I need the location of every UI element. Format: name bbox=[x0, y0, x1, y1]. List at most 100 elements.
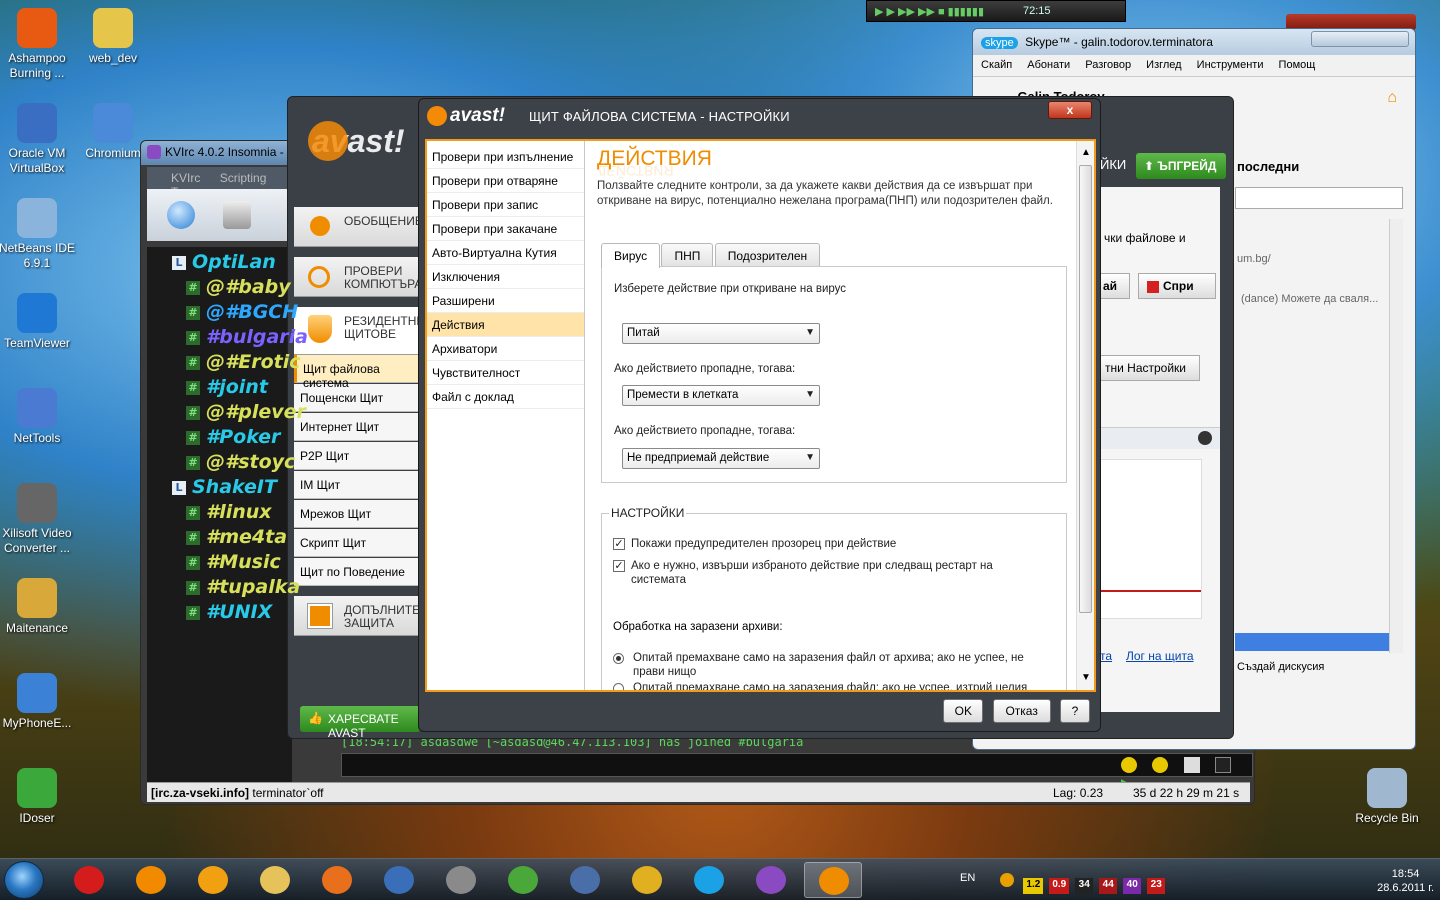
channel-item[interactable]: # @#BGCH bbox=[186, 301, 298, 323]
settings-menu-item[interactable]: Действия bbox=[427, 313, 584, 337]
server-item[interactable]: L ShakeIT bbox=[172, 476, 277, 498]
skype-list-scrollbar[interactable] bbox=[1389, 219, 1403, 653]
desktop-icon[interactable]: Xilisoft Video Converter ... bbox=[0, 483, 82, 556]
settings-menu-item[interactable]: Изключения bbox=[427, 265, 584, 289]
nav-scan[interactable]: ПРОВЕРИ КОМПЮТЪРА bbox=[294, 257, 422, 297]
shield-log-link[interactable]: Лог на щита bbox=[1126, 649, 1194, 663]
channel-item[interactable]: # #Music bbox=[186, 551, 281, 573]
tab-virus[interactable]: Вирус bbox=[601, 243, 661, 268]
skype-menu-contacts[interactable]: Абонати bbox=[1027, 59, 1070, 71]
server-item[interactable]: L OptiLan bbox=[172, 251, 276, 273]
archive-option-2[interactable]: Опитай премахване само на заразения файл… bbox=[613, 681, 1033, 690]
settings-menu-item[interactable]: Провери при отваряне bbox=[427, 169, 584, 193]
desktop-icon[interactable]: IDoser bbox=[0, 768, 82, 826]
taskbar-thunderbird[interactable] bbox=[370, 862, 428, 898]
close-button[interactable]: x bbox=[1048, 101, 1092, 119]
desktop-icon[interactable]: Maitenance bbox=[0, 578, 82, 636]
link-fragment[interactable]: та bbox=[1100, 649, 1112, 663]
scroll-thumb[interactable] bbox=[1079, 165, 1092, 613]
taskbar-app-swirl[interactable] bbox=[432, 862, 490, 898]
media-controls[interactable]: ▶ ▶ ▶▶ ▶▶ ■ ▮▮▮▮▮▮ bbox=[875, 6, 984, 18]
show-warning-checkbox[interactable]: ✓ Покажи предупредителен прозорец при дей… bbox=[613, 537, 1033, 551]
action-select-2[interactable]: Премести в клетката ▼ bbox=[622, 385, 820, 406]
tray-counter[interactable]: 34 bbox=[1075, 878, 1094, 894]
settings-menu-item[interactable]: Разширени bbox=[427, 289, 584, 313]
tray-counter[interactable]: 40 bbox=[1123, 878, 1142, 894]
tray-counter[interactable]: 0.9 bbox=[1049, 878, 1070, 894]
desktop-icon[interactable]: web_dev bbox=[68, 8, 158, 66]
skype-menu-view[interactable]: Изглед bbox=[1146, 59, 1181, 71]
channel-item[interactable]: # @#stoyc bbox=[186, 451, 295, 473]
settings-menu-item[interactable]: Архиватори bbox=[427, 337, 584, 361]
settings-icon[interactable] bbox=[223, 201, 251, 229]
skype-menu-tools[interactable]: Инструменти bbox=[1197, 59, 1264, 71]
reboot-action-checkbox[interactable]: ✓ Ако е нужно, извърши избраното действие… bbox=[613, 559, 1033, 587]
desktop-icon[interactable]: Recycle Bin bbox=[1342, 768, 1432, 826]
shield-item[interactable]: IM Щит bbox=[294, 471, 419, 499]
skype-search-field[interactable] bbox=[1235, 187, 1403, 209]
taskbar-chrome[interactable] bbox=[618, 862, 676, 898]
channel-item[interactable]: # @#plever bbox=[186, 401, 306, 423]
nav-shields[interactable]: РЕЗИДЕНТНИ ЩИТОВЕ bbox=[294, 307, 425, 355]
skype-window-controls[interactable] bbox=[1311, 31, 1409, 47]
home-icon[interactable]: ⌂ bbox=[1387, 89, 1397, 107]
skype-menu-help[interactable]: Помощ bbox=[1279, 59, 1316, 71]
channel-item[interactable]: # @#Erotic bbox=[186, 351, 300, 373]
taskbar-vlc[interactable] bbox=[122, 862, 180, 898]
shield-item[interactable]: Мрежов Щит bbox=[294, 500, 419, 528]
avast-button-fragment[interactable]: ай bbox=[1100, 273, 1130, 299]
tray-counter[interactable]: 1.2 bbox=[1023, 878, 1044, 894]
taskbar-firefox[interactable] bbox=[308, 862, 366, 898]
tray-counter[interactable]: 23 bbox=[1147, 878, 1166, 894]
desktop-icon[interactable]: NetTools bbox=[0, 388, 82, 446]
tab-pup[interactable]: ПНП bbox=[661, 243, 714, 267]
skype-menu-skype[interactable]: Скайп bbox=[981, 59, 1012, 71]
channel-item[interactable]: # #me4ta bbox=[186, 526, 287, 548]
clock[interactable]: 18:54 28.6.2011 г. bbox=[1377, 867, 1434, 895]
stop-button[interactable]: Спри bbox=[1138, 273, 1216, 299]
connect-icon[interactable] bbox=[167, 201, 195, 229]
shield-settings-button[interactable]: тни Настройки bbox=[1100, 355, 1200, 381]
desktop-icon[interactable]: MyPhoneE... bbox=[0, 673, 82, 731]
like-avast-button[interactable]: 👍 ХАРЕСВАТЕ AVAST bbox=[300, 706, 420, 738]
ok-button[interactable]: OK bbox=[943, 699, 984, 723]
channel-item[interactable]: # #Poker bbox=[186, 426, 280, 448]
channel-item[interactable]: # #bulgaria bbox=[186, 326, 308, 348]
channel-item[interactable]: # #UNIX bbox=[186, 601, 272, 623]
taskbar-aimp[interactable] bbox=[184, 862, 242, 898]
collapse-icon[interactable] bbox=[1198, 431, 1212, 445]
nav-extra[interactable]: ДОПЪЛНИТЕЛНА ЗАЩИТА bbox=[294, 596, 445, 636]
settings-menu-item[interactable]: Чувствителност bbox=[427, 361, 584, 385]
tray-counter[interactable]: 44 bbox=[1099, 878, 1118, 894]
chat-input[interactable] bbox=[341, 753, 1253, 777]
language-indicator[interactable]: EN bbox=[960, 872, 975, 884]
nav-summary[interactable]: ОБОБЩЕНИЕ bbox=[294, 207, 423, 247]
scroll-up-icon[interactable]: ▲ bbox=[1080, 147, 1092, 159]
shield-item[interactable]: Интернет Щит bbox=[294, 413, 419, 441]
channel-item[interactable]: # #tupalka bbox=[186, 576, 300, 598]
start-button[interactable] bbox=[4, 861, 44, 899]
clock-icon[interactable] bbox=[1121, 757, 1137, 773]
skype-list-selection[interactable] bbox=[1235, 633, 1389, 651]
info-icon[interactable] bbox=[1000, 873, 1015, 887]
settings-menu-item[interactable]: Провери при запис bbox=[427, 193, 584, 217]
media-player-bar[interactable]: ▶ ▶ ▶▶ ▶▶ ■ ▮▮▮▮▮▮ 72:15 bbox=[866, 0, 1126, 22]
taskbar-avast[interactable] bbox=[804, 862, 862, 898]
channel-item[interactable]: # #joint bbox=[186, 376, 268, 398]
channel-item[interactable]: # @#baby bbox=[186, 276, 291, 298]
shield-item[interactable]: P2P Щит bbox=[294, 442, 419, 470]
smiley-icon[interactable] bbox=[1152, 757, 1169, 773]
skype-menu-call[interactable]: Разговор bbox=[1085, 59, 1131, 71]
kvirc-menu-kvirc[interactable]: KVIrc bbox=[171, 171, 200, 185]
action-select-1[interactable]: Питай ▼ bbox=[622, 323, 820, 344]
scroll-down-icon[interactable]: ▼ bbox=[1080, 672, 1092, 684]
channel-item[interactable]: # #linux bbox=[186, 501, 272, 523]
shield-item[interactable]: Щит по Поведение bbox=[294, 558, 419, 586]
desktop-icon[interactable]: NetBeans IDE 6.9.1 bbox=[0, 198, 82, 271]
settings-menu-item[interactable]: Файл с доклад bbox=[427, 385, 584, 409]
skype-titlebar[interactable]: skype Skype™ - galin.todorov.terminatora bbox=[973, 29, 1415, 55]
settings-menu-item[interactable]: Провери при закачане bbox=[427, 217, 584, 241]
archive-option-1[interactable]: Опитай премахване само на заразения файл… bbox=[613, 651, 1033, 679]
tab-suspicious[interactable]: Подозрителен bbox=[714, 243, 821, 267]
terminal-icon[interactable] bbox=[1215, 757, 1232, 773]
